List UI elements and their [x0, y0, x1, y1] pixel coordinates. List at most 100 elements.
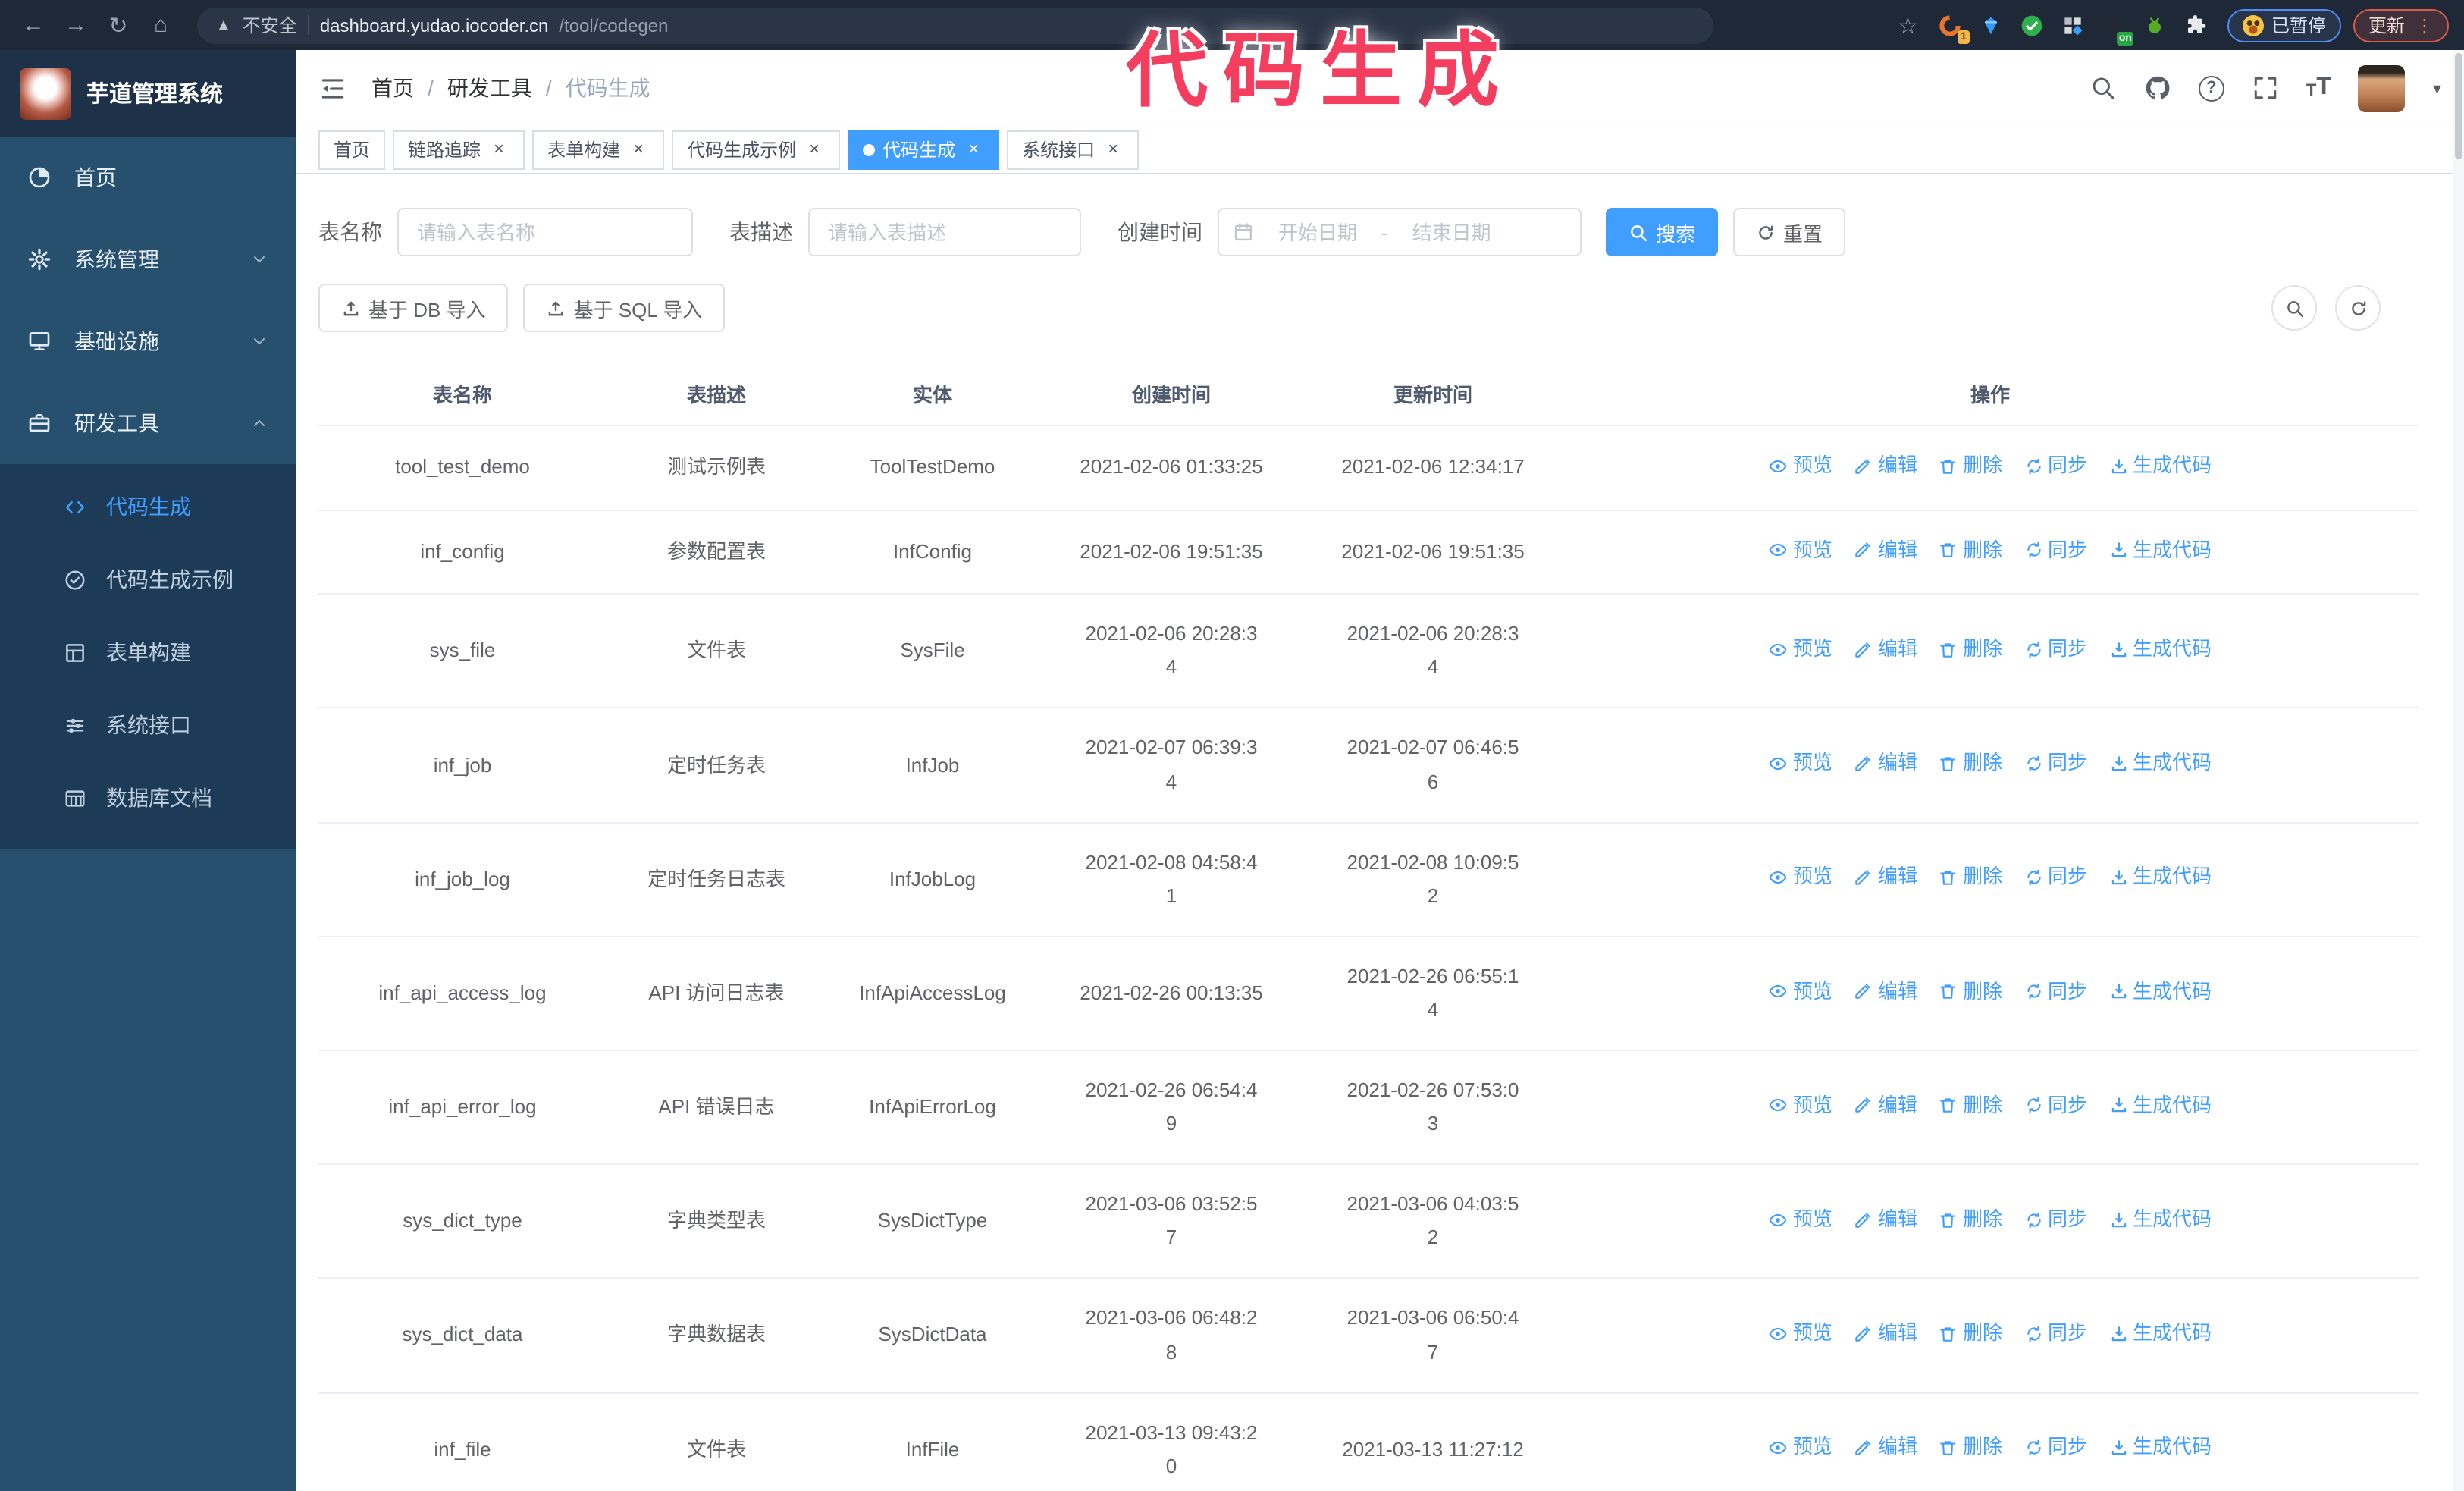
- action-preview-link[interactable]: 预览: [1769, 861, 1832, 894]
- close-tab-icon[interactable]: ×: [804, 138, 825, 160]
- action-edit-link[interactable]: 编辑: [1854, 1203, 1917, 1236]
- app-logo-row[interactable]: 芋道管理系统: [0, 50, 296, 137]
- action-sync-link[interactable]: 同步: [2024, 449, 2087, 482]
- end-date-input[interactable]: [1393, 221, 1509, 243]
- action-sync-link[interactable]: 同步: [2024, 1089, 2087, 1122]
- scrollbar-thumb[interactable]: [2455, 53, 2462, 159]
- close-tab-icon[interactable]: ×: [1102, 138, 1124, 160]
- tab-代码生成示例[interactable]: 代码生成示例 ×: [672, 130, 841, 169]
- grid-extension-icon[interactable]: [2059, 11, 2086, 39]
- action-generate-link[interactable]: 生成代码: [2108, 1431, 2212, 1464]
- action-generate-link[interactable]: 生成代码: [2108, 632, 2212, 666]
- action-edit-link[interactable]: 编辑: [1854, 1431, 1917, 1464]
- action-edit-link[interactable]: 编辑: [1854, 449, 1917, 482]
- action-edit-link[interactable]: 编辑: [1854, 1317, 1917, 1350]
- sidebar-item-dev-tools[interactable]: 研发工具: [0, 382, 296, 464]
- sidebar-collapse-icon[interactable]: [318, 74, 347, 102]
- action-delete-link[interactable]: 删除: [1939, 1203, 2002, 1236]
- action-preview-link[interactable]: 预览: [1769, 1203, 1832, 1236]
- green-robot-extension-icon[interactable]: [2141, 11, 2168, 39]
- action-preview-link[interactable]: 预览: [1769, 975, 1832, 1008]
- reload-icon[interactable]: ↻: [100, 11, 136, 39]
- gem-extension-icon[interactable]: [1977, 11, 2005, 39]
- action-edit-link[interactable]: 编辑: [1854, 533, 1917, 567]
- action-delete-link[interactable]: 删除: [1939, 1431, 2002, 1464]
- sidebar-item-codegen[interactable]: 代码生成: [0, 470, 296, 543]
- puzzle-extensions-icon[interactable]: [2182, 11, 2209, 39]
- sidebar-item-system-api[interactable]: 系统接口: [0, 689, 296, 761]
- action-generate-link[interactable]: 生成代码: [2108, 975, 2212, 1008]
- action-preview-link[interactable]: 预览: [1769, 1089, 1832, 1122]
- action-delete-link[interactable]: 删除: [1939, 1317, 2002, 1350]
- import-from-db-button[interactable]: 基于 DB 导入: [318, 284, 509, 332]
- tab-表单构建[interactable]: 表单构建 ×: [532, 130, 665, 169]
- reset-button[interactable]: 重置: [1733, 208, 1846, 256]
- action-edit-link[interactable]: 编辑: [1854, 861, 1917, 894]
- action-delete-link[interactable]: 删除: [1939, 861, 2002, 894]
- breadcrumb-item[interactable]: 研发工具: [447, 73, 532, 103]
- action-generate-link[interactable]: 生成代码: [2108, 1317, 2212, 1350]
- breadcrumb-item[interactable]: 首页: [371, 73, 414, 103]
- table-desc-input[interactable]: [808, 208, 1081, 256]
- profile-paused-badge[interactable]: 已暂停: [2227, 8, 2341, 42]
- dark-on-extension-icon[interactable]: on: [2100, 11, 2133, 45]
- action-generate-link[interactable]: 生成代码: [2108, 1203, 2212, 1236]
- check-circle-extension-icon[interactable]: [2018, 11, 2045, 39]
- action-edit-link[interactable]: 编辑: [1854, 746, 1917, 780]
- action-sync-link[interactable]: 同步: [2024, 975, 2087, 1008]
- action-preview-link[interactable]: 预览: [1769, 1317, 1832, 1350]
- action-delete-link[interactable]: 删除: [1939, 632, 2002, 666]
- action-delete-link[interactable]: 删除: [1939, 746, 2002, 780]
- tab-首页[interactable]: 首页: [318, 130, 386, 169]
- search-icon[interactable]: [2089, 74, 2117, 102]
- action-sync-link[interactable]: 同步: [2024, 746, 2087, 780]
- close-tab-icon[interactable]: ×: [628, 138, 649, 160]
- sidebar-item-system-management[interactable]: 系统管理: [0, 218, 296, 300]
- action-sync-link[interactable]: 同步: [2024, 1203, 2087, 1236]
- action-preview-link[interactable]: 预览: [1769, 632, 1832, 666]
- home-icon[interactable]: ⌂: [143, 12, 179, 38]
- tab-链路追踪[interactable]: 链路追踪 ×: [393, 130, 525, 169]
- kebab-menu-icon[interactable]: ⋮: [2415, 14, 2434, 36]
- sidebar-item-form-builder[interactable]: 表单构建: [0, 616, 296, 689]
- date-range-picker[interactable]: -: [1218, 208, 1582, 256]
- action-preview-link[interactable]: 预览: [1769, 449, 1832, 482]
- action-edit-link[interactable]: 编辑: [1854, 1089, 1917, 1122]
- refresh-table-button[interactable]: [2335, 285, 2381, 331]
- start-date-input[interactable]: [1260, 221, 1375, 243]
- action-preview-link[interactable]: 预览: [1769, 1431, 1832, 1464]
- action-sync-link[interactable]: 同步: [2024, 861, 2087, 894]
- action-delete-link[interactable]: 删除: [1939, 975, 2002, 1008]
- action-preview-link[interactable]: 预览: [1769, 746, 1832, 780]
- action-sync-link[interactable]: 同步: [2024, 533, 2087, 567]
- action-delete-link[interactable]: 删除: [1939, 449, 2002, 482]
- tab-系统接口[interactable]: 系统接口 ×: [1007, 130, 1140, 169]
- sidebar-item-home[interactable]: 首页: [0, 137, 296, 218]
- action-generate-link[interactable]: 生成代码: [2108, 746, 2212, 780]
- chevron-down-icon[interactable]: ▾: [2433, 78, 2441, 98]
- action-delete-link[interactable]: 删除: [1939, 533, 2002, 567]
- close-tab-icon[interactable]: ×: [488, 138, 509, 160]
- orange-extension-icon[interactable]: 1: [1936, 11, 1970, 43]
- close-tab-icon[interactable]: ×: [963, 138, 984, 160]
- sidebar-item-infrastructure[interactable]: 基础设施: [0, 300, 296, 382]
- help-icon[interactable]: ?: [2198, 75, 2224, 101]
- action-edit-link[interactable]: 编辑: [1854, 632, 1917, 666]
- action-generate-link[interactable]: 生成代码: [2108, 861, 2212, 894]
- bookmark-star-icon[interactable]: ☆: [1898, 11, 1918, 39]
- action-preview-link[interactable]: 预览: [1769, 533, 1832, 567]
- font-size-icon[interactable]: TT: [2306, 75, 2331, 100]
- action-sync-link[interactable]: 同步: [2024, 1431, 2087, 1464]
- search-button[interactable]: 搜索: [1606, 208, 1719, 256]
- action-edit-link[interactable]: 编辑: [1854, 975, 1917, 1008]
- browser-update-button[interactable]: 更新 ⋮: [2353, 8, 2449, 42]
- scrollbar-track[interactable]: [2453, 50, 2464, 1491]
- user-avatar[interactable]: [2358, 64, 2406, 111]
- tab-代码生成[interactable]: 代码生成 ×: [848, 130, 1000, 169]
- fullscreen-icon[interactable]: [2252, 74, 2279, 102]
- github-icon[interactable]: [2144, 74, 2171, 102]
- action-sync-link[interactable]: 同步: [2024, 1317, 2087, 1350]
- table-name-input[interactable]: [397, 208, 693, 256]
- back-icon[interactable]: ←: [15, 12, 52, 38]
- sidebar-item-codegen-example[interactable]: 代码生成示例: [0, 543, 296, 616]
